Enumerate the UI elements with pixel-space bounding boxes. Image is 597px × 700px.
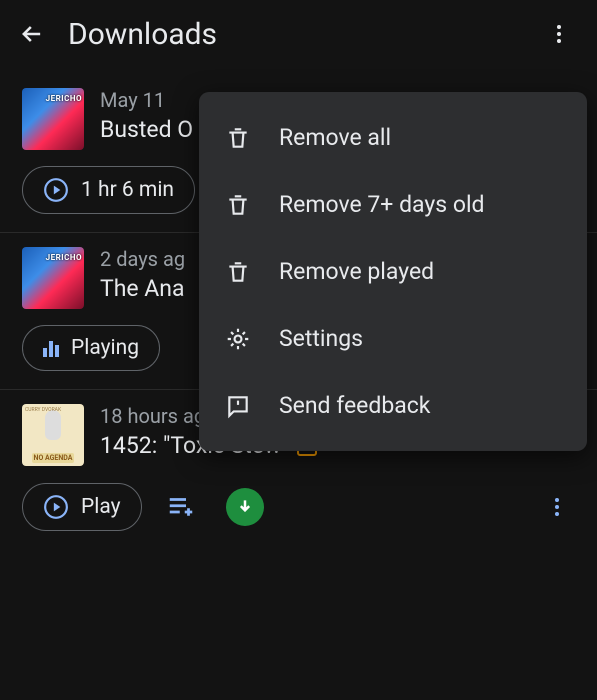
episode-thumbnail <box>22 247 84 309</box>
play-circle-icon <box>43 494 69 520</box>
downloaded-button[interactable] <box>220 482 270 532</box>
menu-label: Remove 7+ days old <box>279 191 485 218</box>
menu-remove-played[interactable]: Remove played <box>199 238 587 305</box>
equalizer-icon <box>43 339 59 357</box>
trash-icon <box>225 259 251 285</box>
play-circle-icon <box>43 177 69 203</box>
menu-label: Remove all <box>279 124 391 151</box>
episode-title: Busted O <box>100 116 193 143</box>
feedback-icon <box>225 393 251 419</box>
trash-icon <box>225 192 251 218</box>
menu-remove-all[interactable]: Remove all <box>199 104 587 171</box>
episode-date: May 11 <box>100 88 193 112</box>
page-title: Downloads <box>68 17 217 52</box>
menu-label: Settings <box>279 325 363 352</box>
add-to-queue-button[interactable] <box>160 486 202 528</box>
episode-thumbnail: CURRY DVORAK <box>22 404 84 466</box>
menu-remove-7days[interactable]: Remove 7+ days old <box>199 171 587 238</box>
gear-icon <box>225 326 251 352</box>
episode-date: 2 days ag <box>100 247 185 271</box>
play-duration-button[interactable]: 1 hr 6 min <box>22 166 195 214</box>
menu-settings[interactable]: Settings <box>199 305 587 372</box>
download-complete-icon <box>226 488 264 526</box>
pill-label: Play <box>81 495 121 519</box>
play-button[interactable]: Play <box>22 483 142 531</box>
pill-label: Playing <box>71 336 139 360</box>
episode-title: The Ana <box>100 275 185 302</box>
menu-feedback[interactable]: Send feedback <box>199 372 587 439</box>
pill-label: 1 hr 6 min <box>81 178 174 202</box>
overflow-menu: Remove all Remove 7+ days old Remove pla… <box>199 92 587 451</box>
episode-more-button[interactable] <box>539 489 575 525</box>
menu-label: Remove played <box>279 258 434 285</box>
more-vert-icon <box>545 495 569 519</box>
back-button[interactable] <box>18 20 46 48</box>
playing-button[interactable]: Playing <box>22 325 160 371</box>
playlist-add-icon <box>166 492 196 522</box>
menu-label: Send feedback <box>279 392 430 419</box>
arrow-left-icon <box>18 20 46 48</box>
app-header: Downloads <box>0 0 597 74</box>
more-vert-icon <box>547 22 571 46</box>
trash-icon <box>225 125 251 151</box>
episode-thumbnail <box>22 88 84 150</box>
header-more-button[interactable] <box>539 14 579 54</box>
